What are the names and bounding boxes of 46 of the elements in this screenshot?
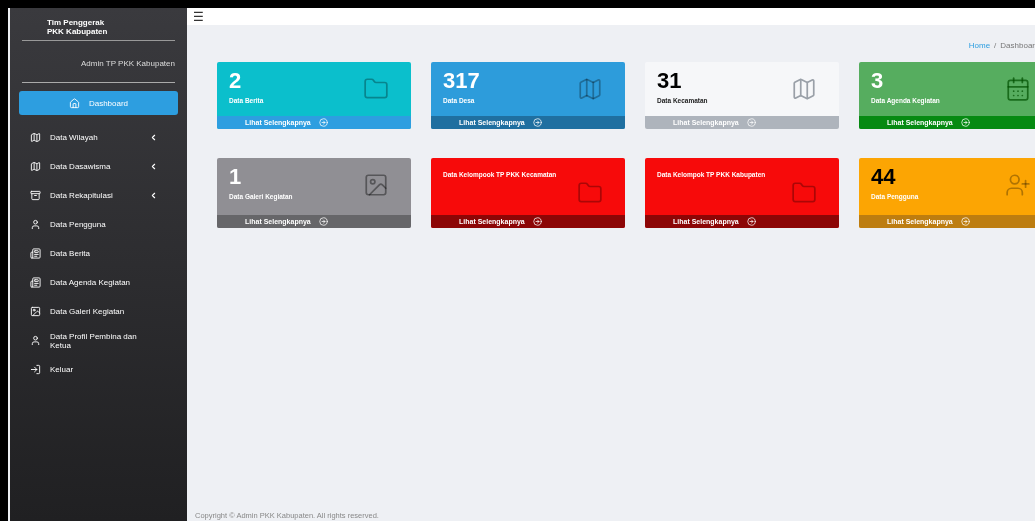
- stat-number: 2: [229, 70, 242, 92]
- map-icon: [30, 161, 41, 172]
- nav-item[interactable]: Data Berita: [22, 239, 175, 268]
- nav-item[interactable]: Data Rekapitulasi: [22, 181, 175, 210]
- nav-item[interactable]: Data Galeri Kegiatan: [22, 297, 175, 326]
- folder-icon: [363, 76, 389, 102]
- arrow-circle-icon: [960, 118, 970, 127]
- menu-button[interactable]: ☰: [193, 10, 204, 23]
- map-icon: [577, 76, 603, 102]
- stat-number: 44: [871, 166, 896, 188]
- image-icon: [30, 306, 41, 317]
- nav-item[interactable]: Data Agenda Kegiatan: [22, 268, 175, 297]
- newspaper-icon: [30, 277, 41, 288]
- arrow-circle-icon: [532, 118, 542, 127]
- arrow-circle-icon: [960, 217, 970, 226]
- brand-title: Tim Penggerak PKK Kabupaten: [22, 18, 175, 41]
- nav-item[interactable]: Data Dasawisma: [22, 152, 175, 181]
- arrow-circle-icon: [746, 217, 756, 226]
- breadcrumb-current: Dashboar: [1000, 41, 1035, 50]
- folder-icon: [577, 180, 603, 206]
- arrow-circle-icon: [318, 118, 328, 127]
- user-icon: [30, 219, 41, 230]
- nav-item[interactable]: Data Pengguna: [22, 210, 175, 239]
- breadcrumb-separator: /: [994, 41, 997, 50]
- newspaper-icon: [30, 248, 41, 259]
- arrow-circle-icon: [746, 118, 756, 127]
- archive-box-icon: [30, 190, 41, 201]
- user-plus-icon: [1005, 172, 1031, 198]
- nav-item[interactable]: Data Wilayah: [22, 123, 175, 152]
- nav-item[interactable]: Keluar: [22, 355, 175, 384]
- stat-number: 31: [657, 70, 682, 92]
- user-name: Admin TP PKK Kabupaten: [22, 41, 175, 83]
- user-icon: [30, 335, 41, 346]
- stat-number: 3: [871, 70, 884, 92]
- map-icon: [791, 76, 817, 102]
- stat-number: 1: [229, 166, 242, 188]
- calendar-icon: [1005, 76, 1031, 102]
- arrow-circle-icon: [318, 217, 328, 226]
- home-icon: [68, 97, 80, 109]
- stat-number: 317: [443, 70, 480, 92]
- map-icon: [30, 132, 41, 143]
- folder-icon: [791, 180, 817, 206]
- arrow-circle-icon: [532, 217, 542, 226]
- logout-icon: [30, 364, 41, 375]
- nav-item[interactable]: Data Profil Pembina dan Ketua: [22, 326, 175, 355]
- image-icon: [363, 172, 389, 198]
